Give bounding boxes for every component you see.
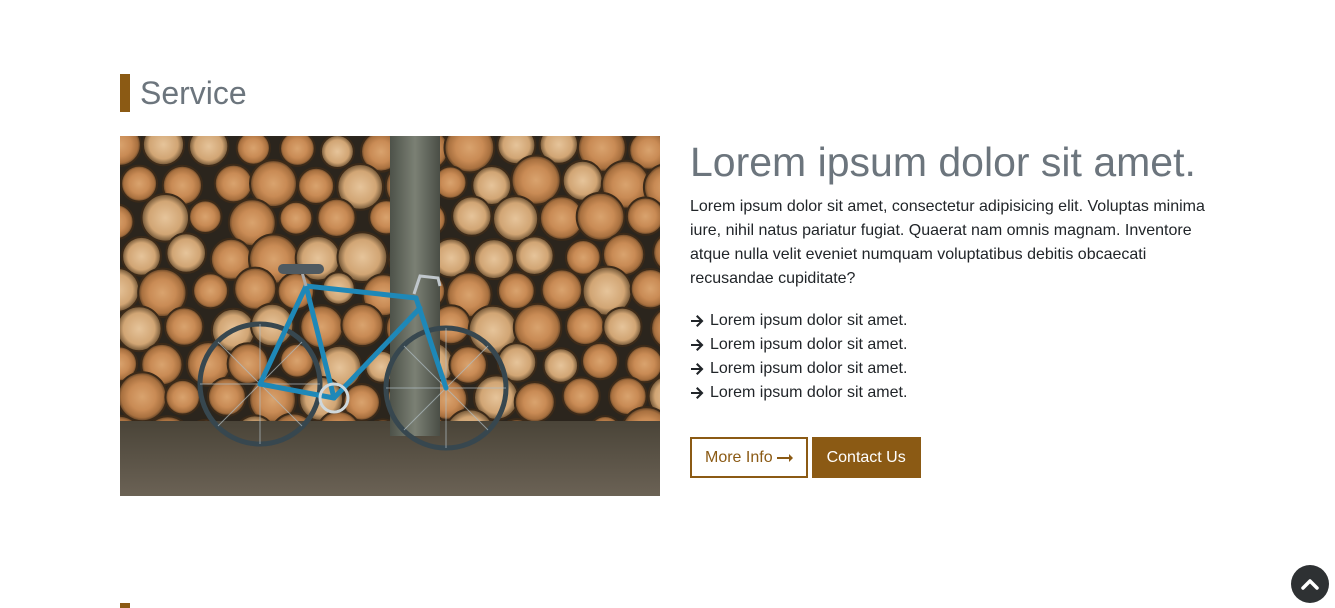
bicycle-photo	[120, 136, 660, 496]
log-end	[319, 136, 355, 169]
arrow-right-icon	[691, 387, 704, 399]
arrow-right-icon	[691, 339, 704, 351]
section-heading: Service	[120, 74, 247, 112]
log-end	[542, 347, 580, 384]
log-end	[561, 376, 601, 416]
log-end	[165, 232, 207, 274]
log-end	[514, 235, 555, 276]
log-end	[120, 164, 159, 203]
feature-item: Lorem ipsum dolor sit amet.	[690, 333, 1220, 357]
feature-text: Lorem ipsum dolor sit amet.	[710, 336, 908, 353]
log-end	[513, 381, 556, 424]
log-end	[602, 306, 643, 348]
arrow-right-icon	[691, 363, 704, 375]
service-actions: More Info Contact Us	[690, 437, 1220, 478]
log-end	[279, 136, 316, 167]
log-end	[565, 305, 606, 347]
service-description: Lorem ipsum dolor sit amet, consectetur …	[690, 198, 1205, 287]
page: Service Lorem ipsum dolor sit amet. Lore…	[0, 0, 1335, 608]
feature-item: Lorem ipsum dolor sit amet.	[690, 309, 1220, 333]
section-title: Service	[140, 75, 247, 111]
service-image	[120, 136, 660, 496]
log-end	[278, 200, 314, 236]
log-end	[213, 163, 254, 204]
log-end	[188, 136, 230, 167]
feature-list: Lorem ipsum dolor sit amet. Lorem ipsum …	[690, 309, 1220, 405]
section-heading-accent-bar	[120, 74, 130, 112]
log-end	[120, 371, 168, 423]
log-end	[492, 195, 540, 243]
feature-text: Lorem ipsum dolor sit amet.	[710, 312, 908, 329]
more-info-label: More Info	[705, 448, 773, 466]
service-content: Lorem ipsum dolor sit amet. Lorem ipsum …	[690, 136, 1220, 478]
log-end	[340, 302, 385, 348]
more-info-button[interactable]: More Info	[690, 437, 808, 478]
service-heading: Lorem ipsum dolor sit amet.	[690, 139, 1196, 185]
log-end	[496, 271, 536, 311]
log-end	[580, 341, 620, 381]
log-end	[473, 238, 515, 281]
log-end	[192, 272, 230, 310]
log-end	[451, 195, 493, 237]
next-section-accent-bar	[120, 603, 130, 608]
log-end	[235, 136, 271, 166]
feature-item: Lorem ipsum dolor sit amet.	[690, 357, 1220, 381]
log-end	[297, 166, 336, 206]
chevron-up-icon	[1301, 579, 1319, 590]
feature-text: Lorem ipsum dolor sit amet.	[710, 360, 908, 377]
log-end	[629, 268, 660, 310]
log-end	[316, 197, 357, 239]
log-end	[448, 345, 489, 385]
back-to-top-button[interactable]	[1291, 565, 1329, 603]
log-end	[164, 378, 201, 416]
log-end	[188, 199, 223, 234]
log-end	[625, 196, 660, 236]
log-end	[575, 191, 626, 242]
arrow-right-icon	[691, 315, 704, 327]
contact-us-button[interactable]: Contact Us	[811, 437, 921, 478]
feature-item: Lorem ipsum dolor sit amet.	[690, 381, 1220, 405]
tree-trunk	[390, 136, 440, 436]
log-end	[540, 268, 584, 312]
long-arrow-right-icon	[776, 453, 793, 462]
feature-text: Lorem ipsum dolor sit amet.	[710, 384, 908, 401]
log-end	[163, 306, 205, 347]
